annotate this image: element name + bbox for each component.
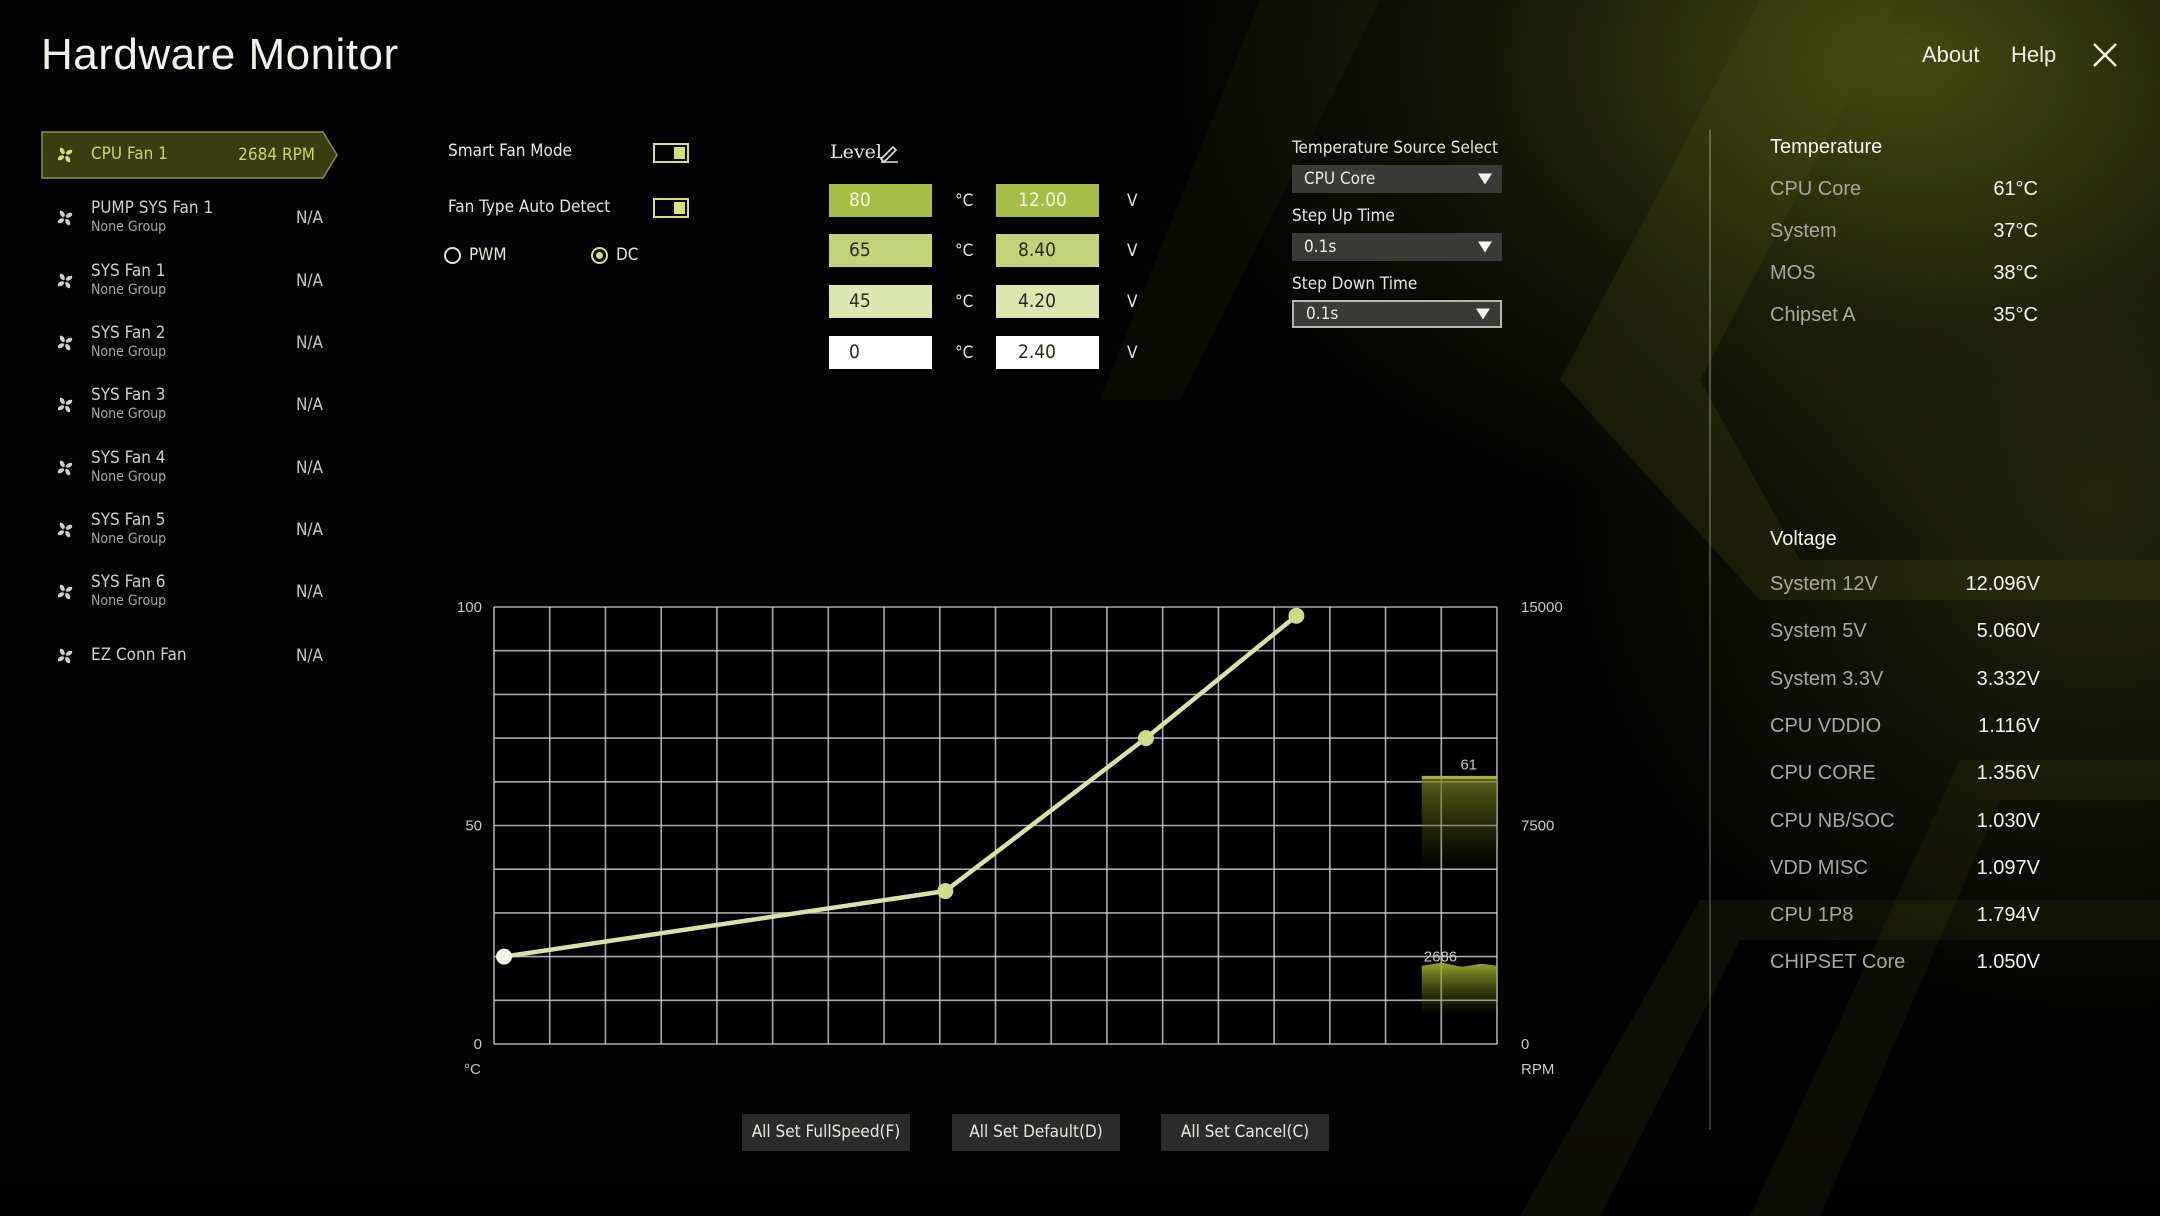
- voltage-value: 1.116V: [1978, 714, 2040, 737]
- left-axis-tick: 0: [474, 1036, 482, 1053]
- chart-grid: [493, 606, 1498, 1045]
- voltage-name: CPU CORE: [1770, 762, 1876, 785]
- voltage-name: System 12V: [1770, 573, 1878, 595]
- temperature-name: System: [1770, 220, 1837, 242]
- voltage-name: CPU NB/SOC: [1770, 809, 1895, 832]
- left-axis-tick: 50: [465, 818, 482, 835]
- realtime-rpm-label: 2686: [1424, 949, 1457, 966]
- all-set-fullspeed-button[interactable]: All Set FullSpeed(F): [742, 1114, 910, 1151]
- right-axis-tick: 0: [1521, 1036, 1529, 1053]
- all-set-default-button[interactable]: All Set Default(D): [952, 1114, 1120, 1151]
- temperature-name: CPU Core: [1770, 178, 1862, 200]
- fan-curve-point[interactable]: [937, 883, 954, 900]
- voltage-value: 1.356V: [1976, 762, 2040, 785]
- rpm-axis-label: RPM: [1521, 1061, 1554, 1078]
- voltage-heading: Voltage: [1770, 528, 1837, 550]
- voltage-value: 1.097V: [1976, 856, 2040, 879]
- x-axis-unit-label: °C: [464, 1061, 481, 1078]
- all-set-cancel-button[interactable]: All Set Cancel(C): [1161, 1114, 1329, 1151]
- temperature-value: 38°C: [1993, 262, 2038, 284]
- temperature-name: MOS: [1770, 262, 1816, 284]
- left-axis-tick: 100: [457, 599, 482, 616]
- temperature-name: Chipset A: [1770, 304, 1856, 326]
- temperature-value: 37°C: [1993, 220, 2038, 242]
- voltage-value: 12.096V: [1965, 573, 2040, 595]
- temperature-value: 35°C: [1993, 304, 2038, 326]
- right-axis-tick: 15000: [1521, 599, 1563, 616]
- voltage-name: CPU 1P8: [1770, 904, 1854, 927]
- voltage-name: CHIPSET Core: [1770, 951, 1906, 974]
- temperature-value: 61°C: [1993, 178, 2038, 200]
- voltage-name: System 3.3V: [1770, 667, 1884, 690]
- voltage-value: 3.332V: [1976, 667, 2040, 690]
- voltage-value: 5.060V: [1976, 620, 2040, 643]
- voltage-name: VDD MISC: [1770, 856, 1868, 879]
- voltage-name: System 5V: [1770, 620, 1867, 643]
- voltage-value: 1.050V: [1976, 951, 2040, 974]
- fan-curve-point[interactable]: [1288, 607, 1305, 624]
- voltage-value: 1.794V: [1976, 904, 2040, 927]
- right-axis-tick: 7500: [1521, 818, 1554, 835]
- fan-curve-point[interactable]: [1137, 730, 1154, 747]
- voltage-name: CPU VDDIO: [1770, 714, 1882, 737]
- fan-curve-point[interactable]: [496, 948, 513, 965]
- realtime-temperature-label: 61: [1460, 756, 1477, 773]
- voltage-value: 1.030V: [1976, 809, 2040, 832]
- panel-divider: [1709, 130, 1711, 1130]
- realtime-rpm-area: [1421, 962, 1497, 1016]
- temperature-heading: Temperature: [1770, 136, 1883, 158]
- realtime-temperature-bar: [1421, 777, 1497, 874]
